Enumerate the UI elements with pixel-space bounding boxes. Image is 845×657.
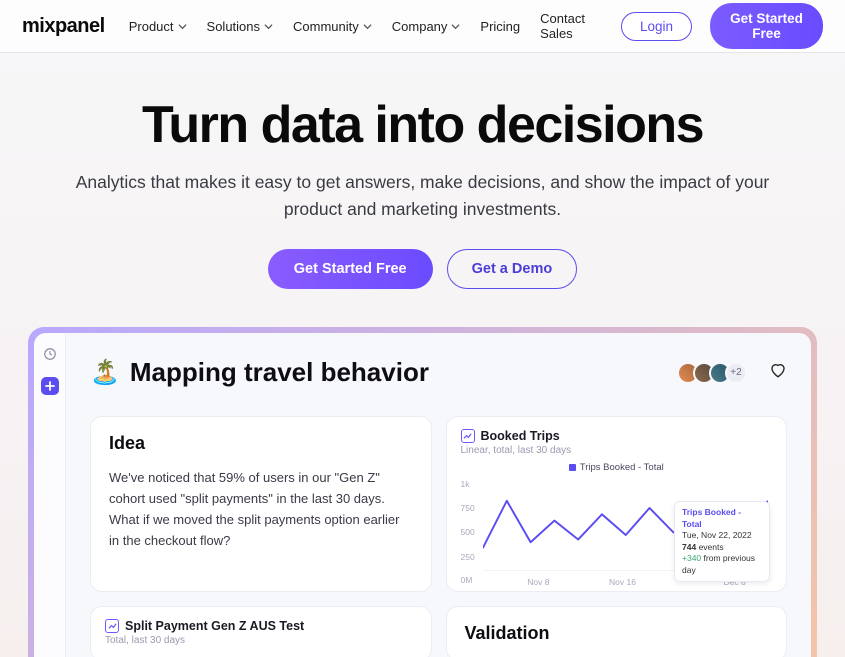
get-started-header-button[interactable]: Get Started Free	[710, 3, 823, 49]
nav-label: Community	[293, 19, 359, 34]
y-tick: 750	[461, 503, 475, 513]
x-tick: Nov 16	[609, 577, 636, 587]
idea-heading: Idea	[109, 433, 413, 454]
hero: Turn data into decisions Analytics that …	[0, 53, 845, 315]
nav-community[interactable]: Community	[293, 19, 372, 34]
hero-title: Turn data into decisions	[40, 95, 805, 155]
split-subtitle: Total, last 30 days	[105, 635, 417, 646]
trend-icon	[461, 429, 475, 443]
tooltip-value: 744	[682, 542, 696, 552]
legend-label: Trips Booked - Total	[580, 462, 664, 473]
get-demo-button[interactable]: Get a Demo	[447, 249, 578, 289]
dashboard-frame: 🏝️ Mapping travel behavior +2 Idea We	[28, 327, 817, 657]
tooltip-series: Trips Booked - Total	[682, 507, 762, 530]
board-title: 🏝️ Mapping travel behavior	[90, 357, 665, 388]
primary-nav: Product Solutions Community Company Pric…	[129, 11, 585, 41]
idea-body: We've noticed that 59% of users in our "…	[109, 468, 413, 551]
card-idea: Idea We've noticed that 59% of users in …	[90, 416, 432, 592]
legend-swatch-icon	[569, 464, 576, 471]
hero-subtitle: Analytics that makes it easy to get answ…	[73, 169, 773, 223]
clock-icon[interactable]	[41, 345, 59, 363]
chevron-down-icon	[363, 22, 372, 31]
nav-solutions[interactable]: Solutions	[207, 19, 273, 34]
chart-tooltip: Trips Booked - Total Tue, Nov 22, 2022 7…	[674, 501, 770, 582]
chevron-down-icon	[178, 22, 187, 31]
card-validation: Validation	[446, 606, 788, 657]
trend-icon	[105, 619, 119, 633]
nav-contact-sales[interactable]: Contact Sales	[540, 11, 585, 41]
tooltip-value-suffix: events	[699, 542, 724, 552]
nav-label: Contact Sales	[540, 11, 585, 41]
tooltip-date: Tue, Nov 22, 2022	[682, 530, 762, 541]
nav-label: Pricing	[480, 19, 520, 34]
site-header: mixpanel Product Solutions Community Com…	[0, 0, 845, 53]
y-tick: 1k	[461, 479, 470, 489]
add-button[interactable]	[41, 377, 59, 395]
nav-company[interactable]: Company	[392, 19, 461, 34]
nav-pricing[interactable]: Pricing	[480, 19, 520, 34]
chevron-down-icon	[451, 22, 460, 31]
card-booked-trips: Booked Trips Linear, total, last 30 days…	[446, 416, 788, 592]
split-title: Split Payment Gen Z AUS Test	[125, 619, 304, 633]
nav-label: Product	[129, 19, 174, 34]
left-rail	[34, 333, 66, 657]
x-tick: Nov 8	[527, 577, 549, 587]
board-title-text: Mapping travel behavior	[130, 357, 429, 388]
y-tick: 250	[461, 552, 475, 562]
avatar-overflow[interactable]: +2	[725, 362, 747, 384]
chart-subtitle: Linear, total, last 30 days	[461, 445, 773, 456]
nav-label: Solutions	[207, 19, 260, 34]
y-tick: 500	[461, 527, 475, 537]
chevron-down-icon	[264, 22, 273, 31]
chart-title: Booked Trips	[481, 429, 560, 443]
dashboard-main: 🏝️ Mapping travel behavior +2 Idea We	[66, 333, 811, 657]
login-button[interactable]: Login	[621, 12, 692, 41]
chart-body: 1k 750 500 250 0M Nov 8 Nov 16 Dec 8	[461, 475, 773, 585]
get-started-hero-button[interactable]: Get Started Free	[268, 249, 433, 289]
palm-emoji-icon: 🏝️	[90, 358, 120, 387]
validation-heading: Validation	[465, 623, 769, 644]
tooltip-delta: +340	[682, 553, 701, 563]
nav-product[interactable]: Product	[129, 19, 187, 34]
nav-label: Company	[392, 19, 448, 34]
favorite-icon[interactable]	[769, 361, 787, 384]
collaborator-avatars[interactable]: +2	[677, 362, 747, 384]
card-split-payment: Split Payment Gen Z AUS Test Total, last…	[90, 606, 432, 657]
chart-legend: Trips Booked - Total	[461, 462, 773, 473]
y-tick: 0M	[461, 575, 473, 585]
logo[interactable]: mixpanel	[22, 15, 105, 38]
